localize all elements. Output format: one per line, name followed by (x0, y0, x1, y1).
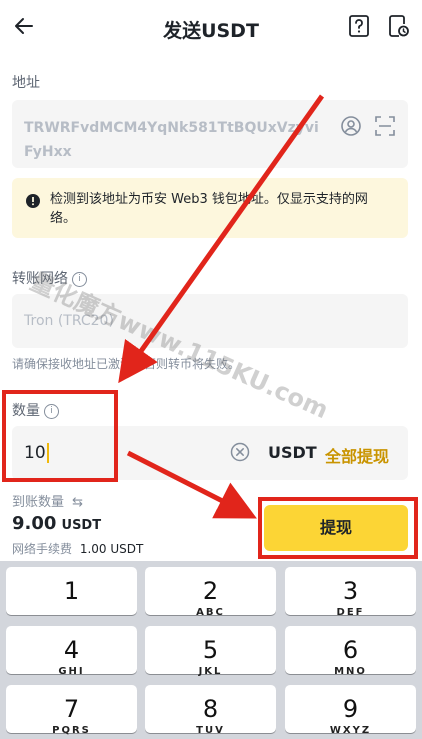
arrow-to-amount (118, 94, 325, 384)
annotation-arrows (118, 94, 325, 519)
arrow-to-withdraw (126, 450, 257, 519)
